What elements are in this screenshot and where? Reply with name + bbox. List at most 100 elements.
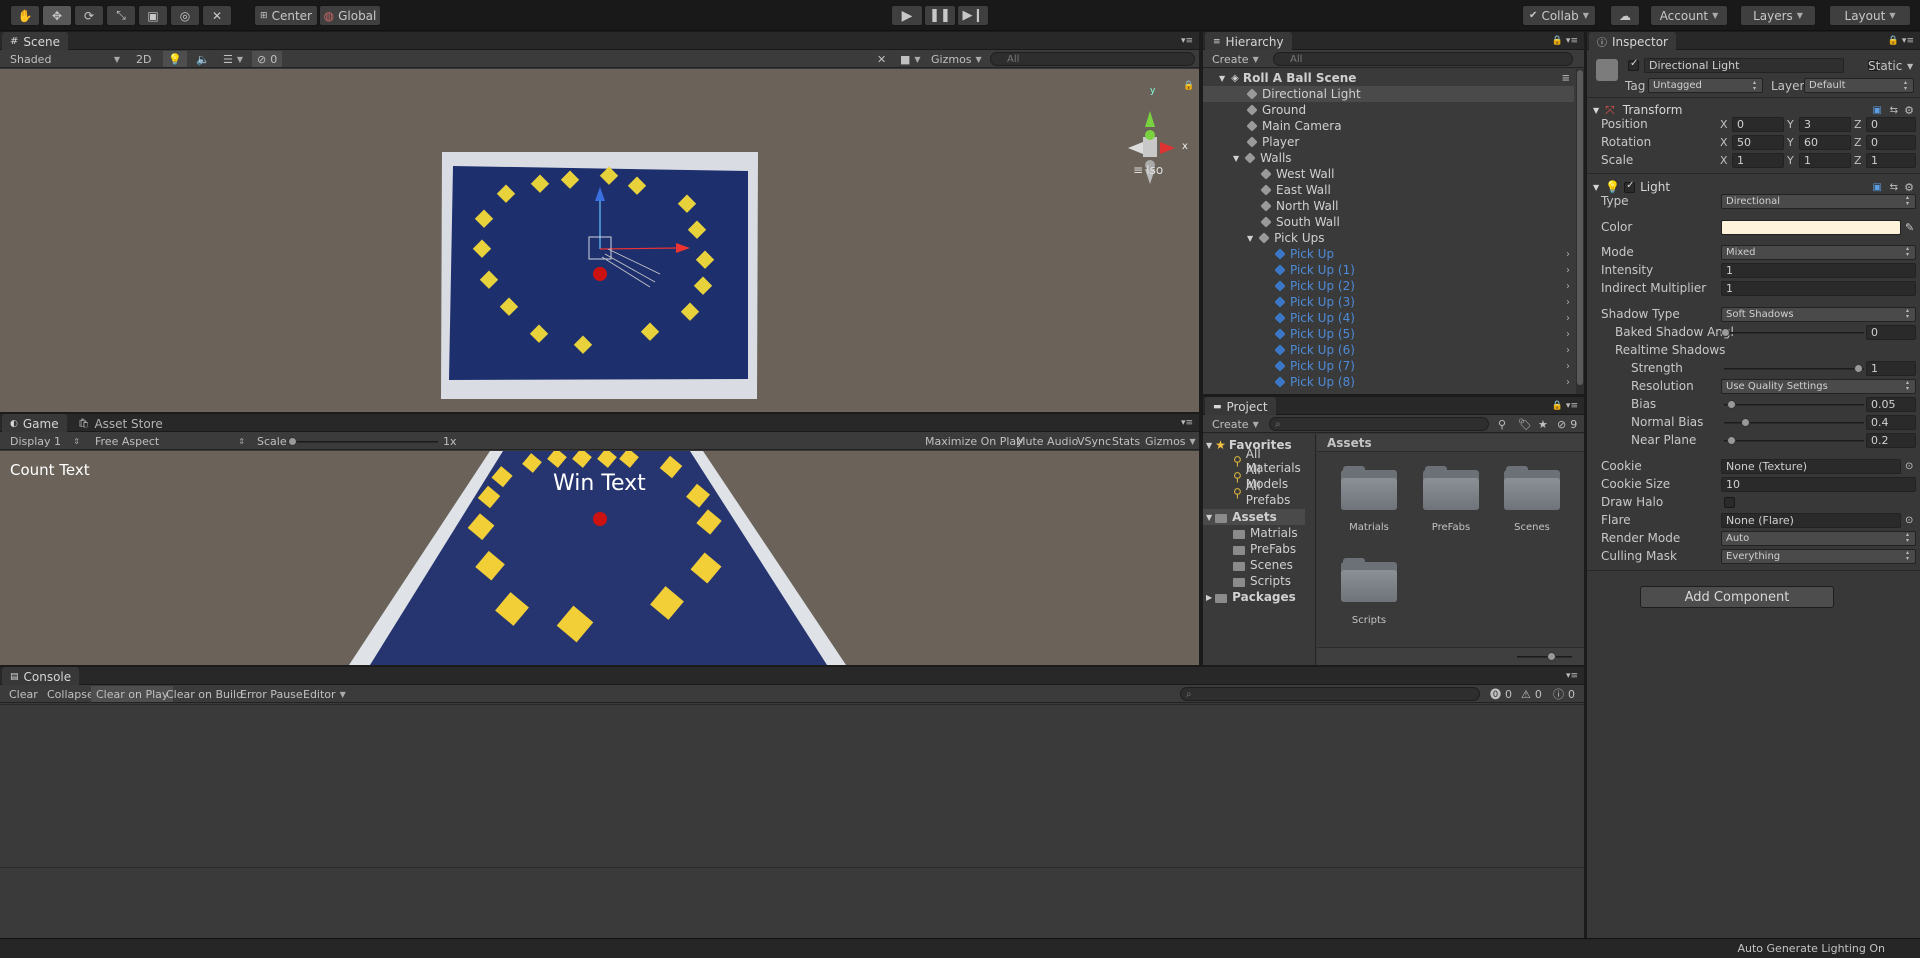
collab-dropdown[interactable]: ✔ Collab ▼ (1522, 5, 1596, 26)
chevron-right-icon[interactable]: › (1566, 345, 1570, 356)
scene-viewport[interactable]: y x 🔒 ≡ Iso (0, 69, 1199, 412)
tab-console[interactable]: ▤ Console (2, 667, 80, 686)
hierarchy-item[interactable]: North Wall (1203, 198, 1574, 214)
rotation-x-field[interactable]: 50 (1732, 134, 1784, 150)
scroll-thumb[interactable] (1577, 70, 1583, 385)
position-x-field[interactable]: 0 (1732, 116, 1784, 132)
scale-x-field[interactable]: 1 (1732, 152, 1784, 168)
tab-hierarchy[interactable]: ≡ Hierarchy (1205, 32, 1292, 51)
object-picker-icon[interactable]: ⊙ (1905, 515, 1913, 526)
rotate-tool-button[interactable]: ⟳ (74, 5, 104, 26)
slider-knob[interactable] (1727, 436, 1736, 445)
hierarchy-item[interactable]: Pick Up (6) › (1203, 342, 1574, 358)
tab-game[interactable]: ◐ Game (2, 414, 67, 433)
help-icon[interactable]: ▣ (1873, 105, 1882, 116)
chevron-right-icon[interactable]: › (1566, 265, 1570, 276)
chevron-right-icon[interactable]: › (1566, 297, 1570, 308)
tab-scene[interactable]: # Scene (2, 32, 68, 51)
baked-angle-slider[interactable] (1721, 328, 1864, 337)
lock-icon[interactable]: 🔒 (1183, 81, 1194, 91)
game-gizmos-dropdown[interactable]: Gizmos ▼ (1140, 433, 1199, 449)
lighting-toggle[interactable]: 💡 (163, 51, 187, 67)
hierarchy-item[interactable]: East Wall (1203, 182, 1574, 198)
hierarchy-scrollbar[interactable] (1576, 69, 1584, 394)
iso-toggle[interactable]: ≡ Iso (1133, 163, 1163, 177)
cookie-object-field[interactable]: None (Texture) (1721, 458, 1901, 474)
aspect-dropdown[interactable]: Free Aspect ⇕ (90, 433, 250, 449)
hierarchy-item[interactable]: Pick Up (3) › (1203, 294, 1574, 310)
panel-menu-icon[interactable]: 🔒 ▾≡ (1888, 36, 1914, 46)
play-button[interactable]: ▶ (891, 5, 923, 26)
light-type-dropdown[interactable]: Directional (1721, 193, 1916, 209)
folder-icon[interactable] (1341, 466, 1397, 510)
editor-dropdown[interactable]: Editor ▼ (298, 686, 351, 702)
eyedropper-icon[interactable]: ✎ (1905, 221, 1914, 234)
hand-tool-button[interactable]: ✋ (10, 5, 40, 26)
warning-count-toggle[interactable]: ⚠ 0 (1516, 686, 1547, 702)
panel-menu-icon[interactable]: ▾≡ (1181, 36, 1193, 46)
bias-field[interactable]: 0.05 (1866, 396, 1916, 412)
audio-toggle[interactable]: 🔈 (191, 51, 215, 67)
hidden-packages-toggle[interactable]: ⊘ 9 (1552, 416, 1582, 432)
baked-angle-field[interactable]: 0 (1866, 324, 1916, 340)
hierarchy-item[interactable]: Pick Up (7) › (1203, 358, 1574, 374)
favorite-item[interactable]: ⚲ All Prefabs (1233, 479, 1305, 507)
panel-menu-icon[interactable]: ▾≡ (1181, 418, 1193, 428)
hierarchy-item[interactable]: ▼ Walls (1203, 150, 1574, 166)
shadow-type-dropdown[interactable]: Soft Shadows (1721, 306, 1916, 322)
move-tool-button[interactable]: ✥ (42, 5, 72, 26)
slider-knob[interactable] (1727, 400, 1736, 409)
tree-folder[interactable]: Matrials (1233, 525, 1305, 541)
bias-slider[interactable] (1724, 400, 1864, 409)
effects-dropdown[interactable]: ☰ ▼ (218, 51, 248, 67)
pause-button[interactable]: ❚❚ (924, 5, 956, 26)
resolution-dropdown[interactable]: Use Quality Settings (1721, 378, 1916, 394)
hierarchy-item[interactable]: Pick Up › (1203, 246, 1574, 262)
hierarchy-item[interactable]: Directional Light (1203, 86, 1574, 102)
preset-icon[interactable]: ⇆ (1890, 182, 1898, 193)
chevron-right-icon[interactable]: › (1566, 329, 1570, 340)
layers-dropdown[interactable]: Layers ▼ (1740, 5, 1816, 26)
hierarchy-item[interactable]: West Wall (1203, 166, 1574, 182)
slider-knob[interactable] (1741, 418, 1750, 427)
folder-icon[interactable] (1504, 466, 1560, 510)
light-enabled-checkbox[interactable] (1624, 180, 1636, 193)
chevron-right-icon[interactable]: › (1566, 281, 1570, 292)
folder-icon[interactable] (1423, 466, 1479, 510)
strength-slider[interactable] (1724, 364, 1864, 373)
slider-knob[interactable] (1721, 328, 1730, 337)
console-search-input[interactable]: ⌕ (1180, 687, 1480, 701)
add-component-button[interactable]: Add Component (1640, 586, 1834, 608)
chevron-down-icon[interactable]: ▼ (1907, 62, 1913, 71)
shading-mode-dropdown[interactable]: Shaded ▼ (5, 51, 125, 67)
panel-menu-icon[interactable]: ▾≡ (1566, 671, 1578, 681)
flare-object-field[interactable]: None (Flare) (1721, 512, 1901, 528)
tree-folder[interactable]: Scenes (1233, 557, 1305, 573)
hierarchy-item[interactable]: Pick Up (8) › (1203, 374, 1574, 390)
scene-root[interactable]: ▼ ◈ Roll A Ball Scene ≡ (1203, 70, 1574, 86)
filter-type-button[interactable]: ⚲ (1493, 416, 1511, 432)
hierarchy-item[interactable]: South Wall (1203, 214, 1574, 230)
cloud-button[interactable]: ☁ (1610, 5, 1640, 26)
favorite-button[interactable]: ★ (1533, 416, 1553, 432)
chevron-right-icon[interactable]: › (1566, 377, 1570, 388)
tab-inspector[interactable]: ⓘ Inspector (1589, 32, 1676, 51)
hierarchy-item[interactable]: Pick Up (1) › (1203, 262, 1574, 278)
render-mode-dropdown[interactable]: Auto (1721, 530, 1916, 546)
assets-folder[interactable]: ▼ Assets (1203, 509, 1305, 525)
space-toggle[interactable]: ◍ Global (319, 5, 381, 26)
info-count-toggle[interactable]: ⓘ 0 (1548, 686, 1580, 702)
menu-icon[interactable]: ≡ (1562, 73, 1570, 84)
scene-tools-button[interactable]: ✕ (872, 51, 891, 67)
packages-folder[interactable]: ▶ Packages (1206, 589, 1305, 605)
normal-bias-slider[interactable] (1724, 418, 1864, 427)
chevron-right-icon[interactable]: › (1566, 361, 1570, 372)
display-dropdown[interactable]: Display 1 ⇕ (5, 433, 85, 449)
scale-tool-button[interactable]: ⤡ (106, 5, 136, 26)
tree-folder[interactable]: PreFabs (1233, 541, 1305, 557)
rect-tool-button[interactable]: ▣ (138, 5, 168, 26)
scale-z-field[interactable]: 1 (1866, 152, 1916, 168)
scale-y-field[interactable]: 1 (1799, 152, 1851, 168)
icon-size-slider[interactable] (1517, 652, 1572, 661)
near-plane-slider[interactable] (1724, 436, 1864, 445)
